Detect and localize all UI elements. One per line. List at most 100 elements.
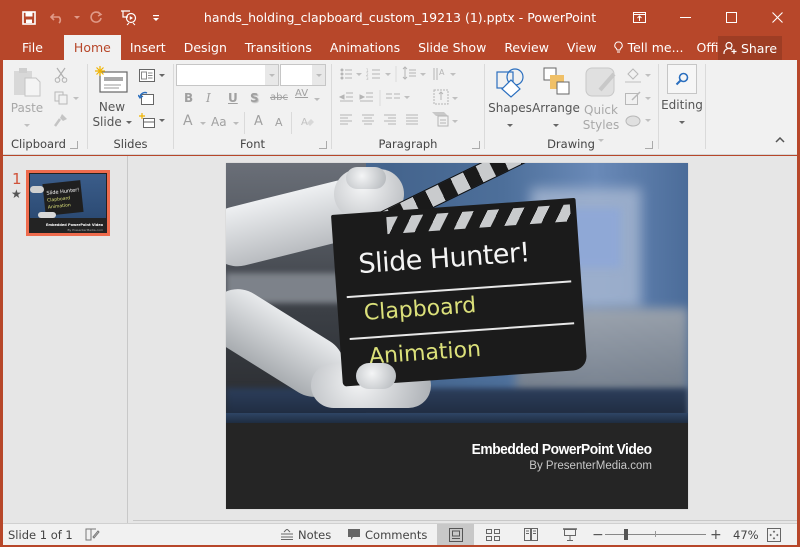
- ribbon-display-options-button[interactable]: [616, 0, 662, 35]
- decrease-font-size-button[interactable]: A: [275, 116, 283, 129]
- reading-view-button[interactable]: [512, 524, 549, 545]
- tab-view[interactable]: View: [558, 35, 606, 60]
- drawing-launcher[interactable]: [645, 141, 653, 149]
- fit-slide-button[interactable]: [767, 524, 781, 545]
- chevron-down-icon: [553, 123, 559, 127]
- customize-qat-button[interactable]: [144, 0, 168, 35]
- bold-button[interactable]: B: [184, 91, 193, 105]
- slide-sorter-icon: [485, 528, 500, 541]
- paste-button[interactable]: Paste: [7, 66, 47, 130]
- slide-title[interactable]: Embedded PowerPoint Video: [472, 441, 652, 458]
- collapse-ribbon-button[interactable]: [775, 132, 785, 146]
- chevron-down-icon: [679, 121, 685, 124]
- italic-button[interactable]: I: [206, 91, 211, 105]
- tab-design[interactable]: Design: [175, 35, 236, 60]
- clipboard-launcher[interactable]: [70, 141, 78, 149]
- slide-canvas[interactable]: Slide Hunter! Clapboard Animation Embedd…: [226, 163, 688, 509]
- character-spacing-button[interactable]: AV: [295, 88, 308, 99]
- align-text-icon: [433, 89, 449, 105]
- increase-font-size-button[interactable]: A: [254, 114, 263, 129]
- slide-sorter-view-button[interactable]: [474, 524, 511, 545]
- zoom-slider-thumb[interactable]: [623, 529, 628, 540]
- save-button[interactable]: [14, 0, 44, 35]
- section-button[interactable]: [136, 110, 168, 130]
- clear-formatting-icon: A: [301, 117, 314, 128]
- text-shadow-button[interactable]: S: [250, 91, 259, 105]
- comments-button[interactable]: Comments: [348, 524, 427, 545]
- arrange-button[interactable]: Arrange: [532, 66, 580, 130]
- shape-outline-button[interactable]: [623, 88, 653, 108]
- maximize-button[interactable]: [708, 0, 754, 35]
- line-spacing-icon: [402, 66, 416, 80]
- chevron-down-icon: [125, 121, 132, 124]
- tab-file[interactable]: File: [0, 35, 64, 60]
- editing-icon-box: [667, 64, 697, 94]
- tab-home[interactable]: Home: [63, 35, 121, 60]
- chevron-down-icon: [450, 73, 456, 76]
- tab-insert[interactable]: Insert: [121, 35, 175, 60]
- normal-view-button[interactable]: [437, 524, 474, 545]
- slide-subtitle[interactable]: By PresenterMedia.com: [529, 460, 652, 472]
- strikethrough-button[interactable]: abc: [270, 92, 288, 103]
- tell-me-search[interactable]: Tell me...: [606, 35, 693, 60]
- shapes-button[interactable]: Shapes: [488, 66, 532, 130]
- quick-styles-label-line2: Styles: [582, 118, 620, 132]
- paste-label: Paste: [10, 101, 44, 115]
- tab-transitions[interactable]: Transitions: [236, 35, 321, 60]
- title-bar: hands_holding_clapboard_custom_19213 (1)…: [0, 0, 800, 35]
- layout-button[interactable]: [136, 65, 168, 85]
- editing-button[interactable]: Editing: [661, 64, 703, 127]
- cut-button[interactable]: [51, 65, 71, 85]
- notes-button[interactable]: Notes: [281, 524, 331, 545]
- new-slide-button[interactable]: New Slide: [92, 66, 132, 130]
- tab-animations[interactable]: Animations: [321, 35, 409, 60]
- copy-icon: [54, 91, 67, 105]
- undo-dropdown[interactable]: [70, 0, 84, 35]
- zoom-level[interactable]: 47%: [733, 524, 759, 545]
- chevron-down-icon: [268, 73, 275, 77]
- underline-button[interactable]: U: [228, 91, 238, 105]
- slide-thumbnail-1[interactable]: Slide Hunter! Clapboard Animation Embedd…: [26, 170, 110, 236]
- separator: [244, 112, 245, 134]
- spelling-check-button[interactable]: [85, 524, 100, 545]
- undo-icon: [50, 12, 62, 24]
- tab-review[interactable]: Review: [495, 35, 558, 60]
- font-size-input[interactable]: [280, 64, 326, 86]
- reset-slide-button[interactable]: [136, 88, 156, 108]
- present-from-beginning-button[interactable]: [114, 0, 144, 35]
- clear-formatting-button[interactable]: A: [298, 112, 318, 132]
- redo-button[interactable]: [84, 0, 108, 35]
- shape-fill-button[interactable]: [623, 65, 653, 85]
- zoom-in-button[interactable]: +: [710, 524, 722, 545]
- font-launcher[interactable]: [319, 141, 327, 149]
- copy-button[interactable]: [51, 88, 81, 108]
- paragraph-launcher[interactable]: [472, 141, 480, 149]
- justify-icon: [406, 114, 418, 125]
- undo-button[interactable]: [44, 0, 70, 35]
- ribbon-display-icon: [632, 12, 646, 23]
- share-button[interactable]: Share: [718, 36, 782, 60]
- clapboard-video[interactable]: Slide Hunter! Clapboard Animation: [226, 163, 688, 423]
- tab-slide-show[interactable]: Slide Show: [409, 35, 495, 60]
- change-case-button[interactable]: Aa: [211, 115, 227, 129]
- group-slides: New Slide Slides: [88, 60, 173, 155]
- quick-styles-button[interactable]: Quick Styles: [581, 66, 621, 148]
- zoom-out-button[interactable]: −: [592, 524, 604, 545]
- svg-text:A: A: [301, 117, 308, 128]
- font-name-dropdown[interactable]: [265, 65, 278, 85]
- font-name-input[interactable]: [176, 64, 279, 86]
- ribbon-home: Paste Clipboard New Slide Slides B I U S…: [3, 60, 797, 155]
- columns-icon: [386, 93, 400, 99]
- close-button[interactable]: [754, 0, 800, 35]
- chevron-down-icon: [420, 73, 426, 76]
- chevron-down-icon: [404, 96, 410, 99]
- minimize-button[interactable]: [662, 0, 708, 35]
- font-size-dropdown[interactable]: [312, 65, 325, 85]
- thumbnail-preview: Slide Hunter! Clapboard Animation Embedd…: [30, 174, 106, 232]
- comment-icon: [348, 529, 360, 540]
- slide-show-button[interactable]: [551, 524, 588, 545]
- shape-effects-button[interactable]: [623, 110, 653, 130]
- drawing-group-label: Drawing: [547, 137, 595, 151]
- format-painter-button[interactable]: [51, 110, 71, 130]
- font-color-button[interactable]: A: [183, 113, 193, 129]
